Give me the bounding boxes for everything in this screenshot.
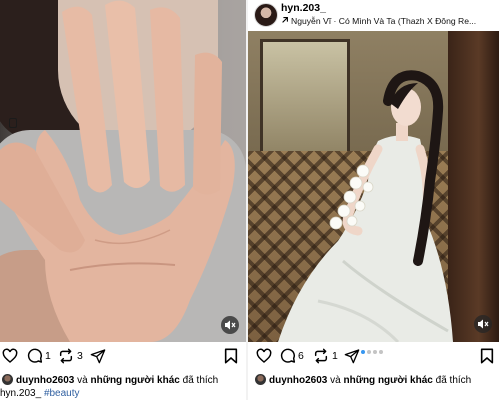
comment-count: 6 bbox=[298, 350, 304, 362]
left-post-video[interactable] bbox=[0, 0, 246, 342]
post-header: hyn.203_ Nguyễn Vĩ · Có Mình Và Ta (Thaz… bbox=[248, 0, 499, 31]
comment-icon bbox=[27, 348, 43, 363]
comment-count: 1 bbox=[45, 350, 51, 362]
repost-button[interactable] bbox=[313, 346, 329, 368]
bookmark-icon bbox=[224, 348, 238, 364]
music-track-title: Nguyễn Vĩ · Có Mình Và Ta (Thazh X Đông … bbox=[291, 16, 477, 26]
heart-icon bbox=[2, 348, 18, 363]
likes-others[interactable]: những người khác bbox=[343, 375, 432, 386]
send-icon bbox=[90, 349, 106, 364]
heart-icon bbox=[256, 348, 272, 363]
post-caption: hyn.203_ #beauty bbox=[0, 388, 80, 399]
likes-summary[interactable]: duynho2603 và những người khác đã thích bbox=[255, 374, 471, 386]
speaker-muted-icon bbox=[225, 320, 236, 330]
right-post-photo[interactable] bbox=[248, 31, 499, 342]
share-button[interactable] bbox=[90, 346, 106, 368]
caption-username[interactable]: hyn.203_ bbox=[0, 388, 41, 399]
likes-suffix: đã thích bbox=[435, 375, 472, 386]
save-button[interactable] bbox=[480, 346, 494, 368]
left-post-action-bar: 1 3 bbox=[0, 346, 246, 368]
author-avatar[interactable] bbox=[254, 3, 278, 27]
comment-button[interactable] bbox=[280, 346, 296, 368]
caption-hashtag[interactable]: #beauty bbox=[44, 388, 80, 399]
liker-avatar bbox=[2, 374, 13, 385]
device-edge-icon bbox=[9, 118, 17, 128]
repost-count: 1 bbox=[332, 350, 338, 362]
liker-username[interactable]: duynho2603 bbox=[269, 375, 327, 386]
send-icon bbox=[344, 349, 360, 364]
woman-in-white-dress-image bbox=[278, 70, 453, 342]
right-post-action-bar: 6 1 bbox=[248, 346, 499, 368]
author-username[interactable]: hyn.203_ bbox=[281, 2, 326, 14]
bookmark-icon bbox=[480, 348, 494, 364]
like-button[interactable] bbox=[2, 346, 18, 368]
liker-avatar bbox=[255, 374, 266, 385]
likes-conjunction: và bbox=[77, 375, 88, 386]
repost-count: 3 bbox=[77, 350, 83, 362]
raised-hand-image bbox=[0, 0, 235, 342]
share-button[interactable] bbox=[344, 346, 360, 368]
likes-suffix: đã thích bbox=[182, 375, 219, 386]
left-post: 1 3 duynho2603 và những người khác đã th… bbox=[0, 0, 246, 400]
repost-icon bbox=[314, 348, 328, 364]
speaker-muted-icon bbox=[478, 319, 489, 329]
arrow-up-right-icon bbox=[281, 16, 289, 26]
comment-button[interactable] bbox=[27, 346, 43, 368]
mute-button[interactable] bbox=[474, 315, 492, 333]
like-button[interactable] bbox=[256, 346, 272, 368]
liker-username[interactable]: duynho2603 bbox=[16, 375, 74, 386]
repost-icon bbox=[59, 348, 73, 364]
comment-icon bbox=[280, 348, 296, 363]
repost-button[interactable] bbox=[58, 346, 74, 368]
music-track-link[interactable]: Nguyễn Vĩ · Có Mình Và Ta (Thazh X Đông … bbox=[281, 16, 497, 26]
save-button[interactable] bbox=[224, 346, 238, 368]
likes-conjunction: và bbox=[330, 375, 341, 386]
mute-button[interactable] bbox=[221, 316, 239, 334]
right-post: hyn.203_ Nguyễn Vĩ · Có Mình Và Ta (Thaz… bbox=[248, 0, 499, 400]
likes-summary[interactable]: duynho2603 và những người khác đã thích bbox=[2, 374, 218, 386]
likes-others[interactable]: những người khác bbox=[90, 375, 179, 386]
